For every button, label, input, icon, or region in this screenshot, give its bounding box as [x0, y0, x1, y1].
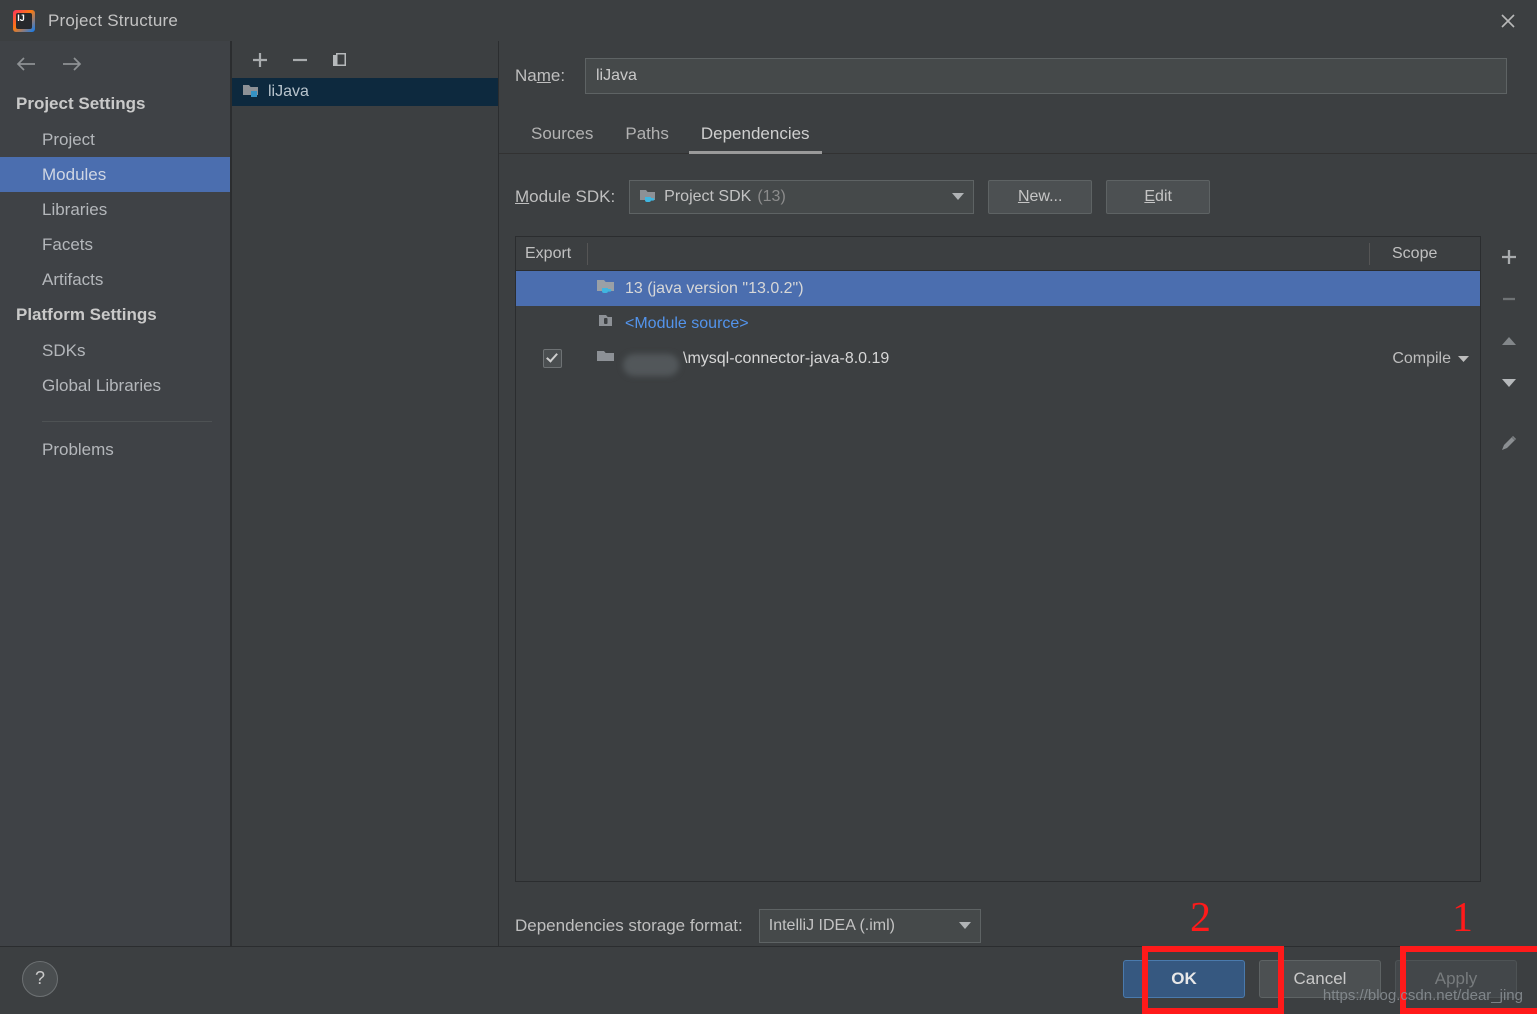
sidebar-group-project-settings: Project Settings [16, 94, 146, 113]
sidebar-item-project[interactable]: Project [0, 122, 230, 157]
table-header: Export Scope [516, 237, 1480, 271]
jdk-folder-icon [639, 187, 657, 208]
module-sdk-value: Project SDK [664, 188, 752, 205]
dependencies-table-area: Export Scope 13 (java version "13.0.2") … [515, 236, 1537, 882]
chevron-down-icon [937, 188, 965, 206]
storage-format-label: Dependencies storage format: [515, 916, 743, 935]
module-name-input[interactable] [585, 58, 1507, 94]
row-name-cell: 13 (java version "13.0.2") [588, 277, 1360, 300]
move-up-button[interactable] [1493, 325, 1525, 357]
dependencies-side-toolbar [1481, 236, 1537, 882]
module-sdk-label: Module SDK: [515, 187, 616, 206]
navigation-arrows [0, 41, 230, 86]
dependencies-table: Export Scope 13 (java version "13.0.2") … [515, 236, 1481, 882]
sidebar-group-platform-settings: Platform Settings [16, 305, 157, 324]
module-source-icon [596, 312, 616, 335]
ok-button[interactable]: OK [1123, 959, 1245, 998]
dialog-footer: ? OK Cancel Apply [0, 946, 1537, 1010]
sidebar-item-modules[interactable]: Modules [0, 157, 230, 192]
detail-tabs: Sources Paths Dependencies [499, 94, 1537, 154]
window-title: Project Structure [48, 10, 179, 30]
dialog-body: Project Settings Project Modules Librari… [0, 41, 1537, 946]
remove-dependency-button[interactable] [1493, 283, 1525, 315]
move-down-button[interactable] [1493, 367, 1525, 399]
redacted-path-blur [623, 354, 679, 376]
module-sdk-dropdown[interactable]: Project SDK (13) [629, 180, 975, 214]
table-row[interactable]: \mysql-connector-java-8.0.19 Compile [516, 341, 1480, 376]
storage-format-row: Dependencies storage format: IntelliJ ID… [499, 882, 1537, 946]
arrow-right-icon[interactable] [60, 52, 84, 76]
row-scope-cell[interactable]: Compile [1360, 350, 1480, 368]
tab-paths[interactable]: Paths [609, 120, 684, 153]
row-export-cell[interactable] [516, 349, 588, 368]
plus-icon[interactable] [248, 48, 272, 72]
help-button[interactable]: ? [22, 960, 58, 997]
list-item[interactable]: liJava [232, 78, 498, 106]
project-structure-dialog: IJ Project Structure Project Settings Pr… [0, 0, 1537, 1014]
module-sdk-version: (13) [757, 188, 786, 205]
module-folder-icon [242, 82, 260, 103]
storage-format-dropdown[interactable]: IntelliJ IDEA (.iml) [758, 909, 981, 943]
name-label: Name: [515, 66, 566, 85]
close-icon[interactable] [1479, 0, 1537, 41]
storage-format-value: IntelliJ IDEA (.iml) [768, 917, 895, 934]
row-name-cell: \mysql-connector-java-8.0.19 [588, 347, 1360, 376]
title-bar: IJ Project Structure [0, 0, 1537, 41]
jdk-folder-icon [596, 277, 616, 300]
module-name: liJava [268, 83, 309, 100]
module-list-panel: liJava [232, 41, 499, 946]
row-name-cell: <Module source> [588, 312, 1360, 335]
table-body: 13 (java version "13.0.2") <Module sourc… [516, 271, 1480, 881]
column-header-name[interactable] [588, 242, 1370, 265]
sidebar-divider [42, 421, 212, 422]
settings-sidebar: Project Settings Project Modules Librari… [0, 41, 232, 946]
copy-icon[interactable] [328, 48, 352, 72]
watermark: https://blog.csdn.net/dear_jing [1322, 987, 1523, 1004]
module-detail-panel: Name: Sources Paths Dependencies Module … [499, 41, 1537, 946]
module-name-row: Name: [499, 41, 1537, 94]
new-sdk-button[interactable]: New... [988, 180, 1093, 214]
tab-sources[interactable]: Sources [515, 120, 609, 153]
tab-dependencies[interactable]: Dependencies [685, 120, 826, 154]
module-list-toolbar [232, 41, 498, 78]
column-header-export[interactable]: Export [516, 242, 588, 265]
minus-icon[interactable] [288, 48, 312, 72]
add-dependency-button[interactable] [1493, 241, 1525, 273]
sidebar-item-problems[interactable]: Problems [0, 432, 230, 467]
arrow-left-icon[interactable] [14, 52, 38, 76]
caret-down-icon [1457, 350, 1470, 368]
dependency-name: \mysql-connector-java-8.0.19 [683, 349, 890, 367]
column-header-scope[interactable]: Scope [1370, 243, 1480, 265]
dependency-name: 13 (java version "13.0.2") [625, 279, 804, 297]
export-checkbox[interactable] [542, 349, 562, 368]
edit-sdk-button[interactable]: Edit [1106, 180, 1211, 214]
table-row[interactable]: 13 (java version "13.0.2") [516, 271, 1480, 306]
module-list: liJava [232, 78, 498, 946]
sidebar-item-facets[interactable]: Facets [0, 227, 230, 262]
module-sdk-row: Module SDK: Project SDK (13) N ew... E d… [499, 154, 1537, 214]
sidebar-item-artifacts[interactable]: Artifacts [0, 262, 230, 297]
sidebar-item-libraries[interactable]: Libraries [0, 192, 230, 227]
dependency-name: <Module source> [625, 314, 749, 332]
sidebar-item-sdks[interactable]: SDKs [0, 333, 230, 368]
edit-dependency-button[interactable] [1493, 427, 1525, 459]
chevron-down-icon [944, 917, 972, 935]
scope-value: Compile [1392, 349, 1451, 367]
sidebar-item-global-libraries[interactable]: Global Libraries [0, 368, 230, 403]
intellij-idea-icon: IJ [13, 9, 35, 32]
table-row[interactable]: <Module source> [516, 306, 1480, 341]
library-folder-icon [596, 347, 616, 370]
